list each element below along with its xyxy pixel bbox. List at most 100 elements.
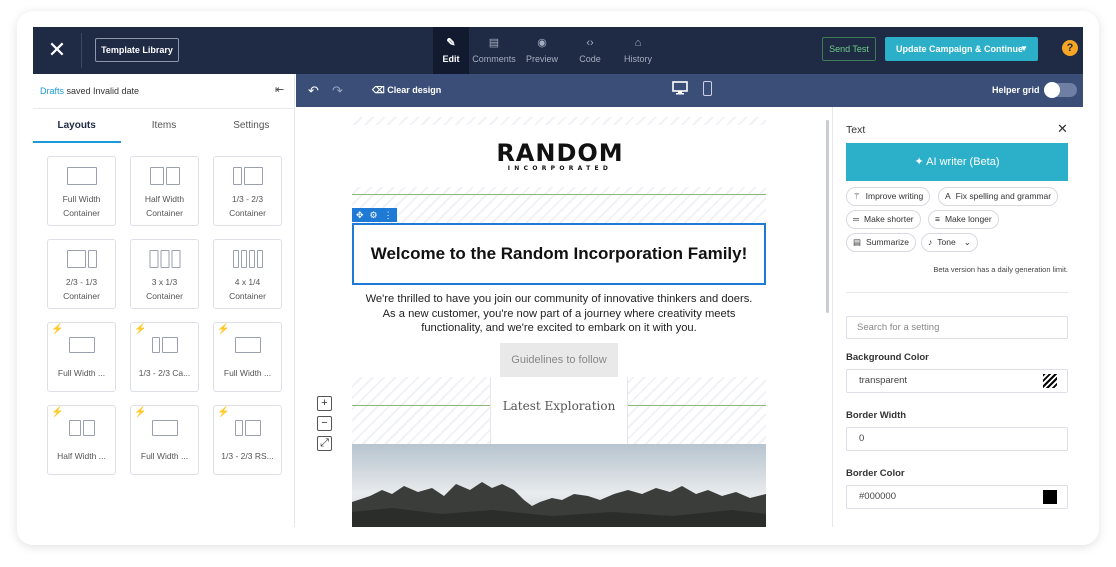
move-icon[interactable]: ✥: [356, 208, 364, 222]
zoom-out-button[interactable]: −: [317, 416, 332, 431]
lightning-icon: ⚡: [134, 324, 147, 335]
border-width-field[interactable]: 0: [846, 427, 1068, 451]
color-swatch[interactable]: [1043, 374, 1057, 388]
undo-icon[interactable]: ↶: [308, 83, 319, 99]
helper-grid-toggle[interactable]: [1044, 82, 1077, 98]
make-shorter-chip[interactable]: ═ Make shorter: [846, 210, 921, 229]
history-icon: ⌂: [634, 37, 642, 49]
two-thirds-one-third-layout-icon: [66, 250, 97, 268]
update-campaign-button[interactable]: Update Campaign & Continue ▼: [885, 37, 1038, 61]
layout-card[interactable]: Half Width Container: [130, 156, 199, 226]
tab-layouts[interactable]: Layouts: [33, 109, 120, 143]
border-color-field[interactable]: #000000: [846, 485, 1068, 509]
selected-text-block[interactable]: Welcome to the Random Incorporation Fami…: [352, 223, 766, 285]
chip-label: Fix spelling and grammar: [955, 191, 1052, 201]
chip-label: Improve writing: [865, 191, 924, 201]
panel-title: Text: [846, 124, 866, 136]
tab-code[interactable]: ‹› Code: [567, 27, 613, 74]
divider: [81, 33, 82, 68]
clear-design-button[interactable]: ⌫ Clear design: [372, 85, 441, 96]
landscape-image[interactable]: [352, 444, 766, 527]
eraser-icon: ⌫: [372, 85, 388, 95]
redo-icon[interactable]: ↷: [332, 83, 343, 99]
drafts-link[interactable]: Drafts: [40, 86, 64, 96]
layout-label: Full Width ...: [140, 451, 189, 461]
one-third-two-thirds-rss-icon: [234, 420, 261, 438]
send-test-button[interactable]: Send Test: [822, 37, 876, 61]
desktop-view-icon[interactable]: [672, 81, 688, 95]
layout-card[interactable]: ⚡ Half Width ...: [47, 405, 116, 475]
layout-label: Full Width ...: [223, 368, 272, 378]
logo-section[interactable]: RANDOM INCORPORATED: [352, 117, 766, 194]
pencil-icon: ✎: [446, 37, 456, 49]
tone-chip[interactable]: ♪ Tone ⌄: [921, 233, 978, 252]
close-icon[interactable]: ✕: [1057, 121, 1068, 137]
close-icon[interactable]: ✕: [46, 39, 68, 61]
layout-card[interactable]: 3 x 1/3 Container: [130, 239, 199, 309]
layout-card[interactable]: 4 x 1/4 Container: [213, 239, 282, 309]
guidelines-button[interactable]: Guidelines to follow: [500, 343, 618, 377]
layout-card[interactable]: 1/3 - 2/3 Container: [213, 156, 282, 226]
sparkle-icon: ✦: [914, 156, 927, 168]
tab-history[interactable]: ⌂ History: [615, 27, 661, 74]
chevron-down-icon: ⌄: [963, 237, 971, 247]
body-text[interactable]: We're thrilled to have you join our comm…: [358, 292, 760, 336]
tab-edit[interactable]: ✎ Edit: [433, 27, 469, 74]
lightning-icon: ⚡: [217, 324, 230, 335]
design-canvas: RANDOM INCORPORATED ✥ ⚙ ⋮ Welcome to the…: [296, 107, 832, 527]
layout-card[interactable]: 2/3 - 1/3 Container: [47, 239, 116, 309]
fix-spelling-chip[interactable]: A Fix spelling and grammar: [938, 187, 1059, 206]
company-logo: RANDOM INCORPORATED: [495, 141, 625, 172]
layout-label: Half Width Container: [144, 194, 185, 218]
helper-grid-label: Helper grid: [992, 85, 1040, 95]
tab-settings[interactable]: Settings: [208, 109, 295, 143]
layout-card[interactable]: Full Width Container: [47, 156, 116, 226]
mode-tabs: ✎ Edit ▤ Comments ◉ Preview ‹› Code ⌂ Hi…: [433, 27, 661, 74]
hero-title[interactable]: Welcome to the Random Incorporation Fami…: [354, 244, 764, 264]
longer-icon: ≡: [935, 214, 940, 224]
full-width-media-layout-icon: [151, 420, 178, 438]
eye-icon: ◉: [537, 37, 547, 49]
summarize-chip[interactable]: ▤ Summarize: [846, 233, 917, 252]
mobile-view-icon[interactable]: [703, 81, 712, 96]
layout-label: Full Width ...: [57, 368, 106, 378]
draft-status: Drafts saved Invalid date: [40, 86, 139, 96]
layout-card[interactable]: ⚡ 1/3 - 2/3 RS...: [213, 405, 282, 475]
layout-card[interactable]: ⚡ Full Width ...: [213, 322, 282, 392]
layout-label: Full Width Container: [62, 194, 101, 218]
canvas-scrollbar[interactable]: [826, 120, 829, 313]
tab-comments[interactable]: ▤ Comments: [471, 27, 517, 74]
layout-card[interactable]: ⚡ 1/3 - 2/3 Ca...: [130, 322, 199, 392]
canvas-toolbar: ↶ ↷ ⌫ Clear design Helper grid: [296, 74, 1083, 107]
section-heading[interactable]: Latest Exploration: [491, 399, 627, 413]
help-icon[interactable]: ?: [1062, 40, 1078, 56]
make-longer-chip[interactable]: ≡ Make longer: [928, 210, 999, 229]
clear-design-label: Clear design: [387, 85, 442, 95]
background-color-field[interactable]: transparent: [846, 369, 1068, 393]
color-swatch[interactable]: [1043, 490, 1057, 504]
collapse-panel-icon[interactable]: ⇤: [275, 83, 284, 96]
layout-card[interactable]: ⚡ Full Width ...: [47, 322, 116, 392]
exploration-section[interactable]: Latest Exploration: [352, 377, 766, 444]
layout-card[interactable]: ⚡ Full Width ...: [130, 405, 199, 475]
improve-writing-chip[interactable]: ⚚ Improve writing: [846, 187, 931, 206]
layout-label: 4 x 1/4 Container: [229, 277, 266, 301]
more-icon[interactable]: ⋮: [384, 208, 393, 222]
tab-label: Comments: [472, 54, 516, 64]
full-width-banner-layout-icon: [234, 337, 261, 355]
gear-icon[interactable]: ⚙: [370, 208, 378, 222]
chevron-down-icon[interactable]: ▼: [1020, 37, 1028, 61]
logo-wordmark: RANDOM: [496, 139, 624, 167]
template-library-button[interactable]: Template Library: [95, 38, 179, 62]
background-color-label: Background Color: [846, 352, 929, 363]
setting-search-input[interactable]: Search for a setting: [846, 316, 1068, 339]
layout-label: Half Width ...: [57, 451, 106, 461]
tab-items[interactable]: Items: [120, 109, 207, 143]
zoom-in-button[interactable]: +: [317, 396, 332, 411]
three-column-layout-icon: [149, 250, 180, 268]
layout-label: 2/3 - 1/3 Container: [63, 277, 100, 301]
ai-writer-button[interactable]: ✦ AI writer (Beta): [846, 143, 1068, 181]
fit-screen-button[interactable]: ⤢: [317, 436, 332, 451]
border-width-label: Border Width: [846, 410, 907, 421]
tab-preview[interactable]: ◉ Preview: [519, 27, 565, 74]
